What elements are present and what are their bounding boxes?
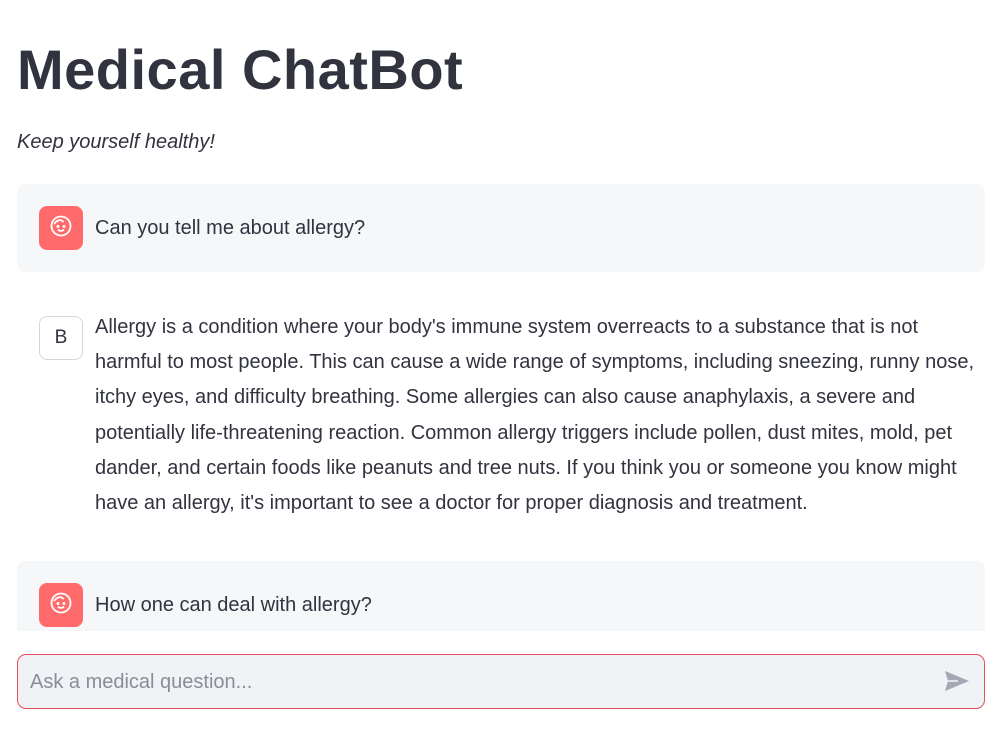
send-arrow-icon <box>944 670 970 695</box>
send-button[interactable] <box>942 667 972 697</box>
page-subtitle: Keep yourself healthy! <box>17 131 215 153</box>
chat-input[interactable] <box>28 655 932 709</box>
message-text: How one can deal with allergy? <box>95 594 372 617</box>
user-avatar <box>39 583 83 628</box>
message-text: Can you tell me about allergy? <box>95 217 366 239</box>
user-avatar <box>39 206 83 250</box>
chat-message-assistant: B Allergy is a condition where your body… <box>17 316 985 521</box>
chat-message-user: How one can deal with allergy? <box>17 561 985 631</box>
chat-message-user: Can you tell me about allergy? <box>17 184 985 272</box>
message-text: Allergy is a condition where your body's… <box>95 316 974 515</box>
assistant-avatar: B <box>39 316 83 360</box>
app-page: Medical ChatBot Keep yourself healthy! C… <box>0 0 1000 732</box>
baby-face-icon <box>49 591 73 620</box>
chat-messages[interactable]: Can you tell me about allergy? B Allergy… <box>17 184 985 631</box>
page-title: Medical ChatBot <box>17 38 464 101</box>
chat-input-container <box>17 654 985 709</box>
baby-face-icon <box>49 214 73 243</box>
